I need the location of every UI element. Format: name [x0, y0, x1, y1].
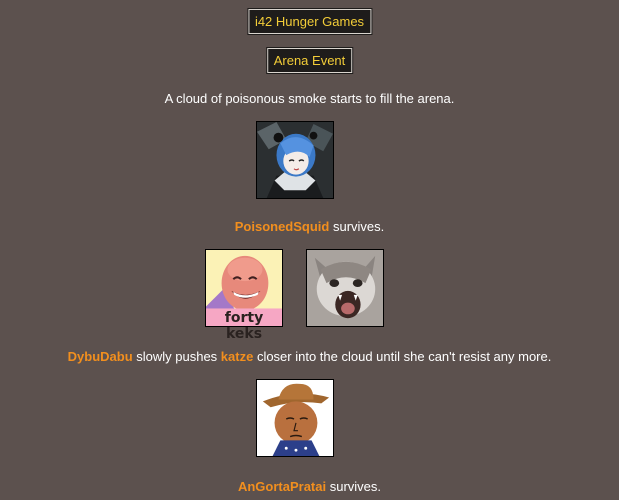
tribute-name: katze — [220, 349, 254, 364]
screaming-cat-avatar — [306, 249, 384, 327]
anime-girl-blue-hair-icon — [257, 122, 333, 198]
tribute-name: DybuDabu — [67, 349, 133, 364]
anime-girl-blue-hair-avatar — [256, 121, 334, 199]
event-text: survives. — [326, 479, 382, 494]
event-type-tag: Arena Event — [266, 48, 353, 73]
cowboy-wojak-avatar — [256, 379, 334, 457]
cowboy-wojak-icon — [257, 380, 333, 456]
tribute-name: AnGortaPratai — [237, 479, 327, 494]
meme-caption: forty keks — [224, 310, 264, 342]
event-line-dybudabu: DybuDabu slowly pushes katze closer into… — [0, 349, 619, 364]
game-title-tag: i42 Hunger Games — [247, 9, 372, 34]
event-line-angortapratai: AnGortaPratai survives. — [0, 479, 619, 494]
event-text: slowly pushes — [132, 349, 221, 364]
event-text: closer into the cloud until she can't re… — [253, 349, 552, 364]
event-line-poisonedsquid: PoisonedSquid survives. — [0, 219, 619, 234]
event-text: survives. — [329, 219, 385, 234]
screaming-cat-icon — [307, 250, 383, 326]
event-description: A cloud of poisonous smoke starts to fil… — [164, 91, 455, 106]
tribute-name: PoisonedSquid — [234, 219, 330, 234]
